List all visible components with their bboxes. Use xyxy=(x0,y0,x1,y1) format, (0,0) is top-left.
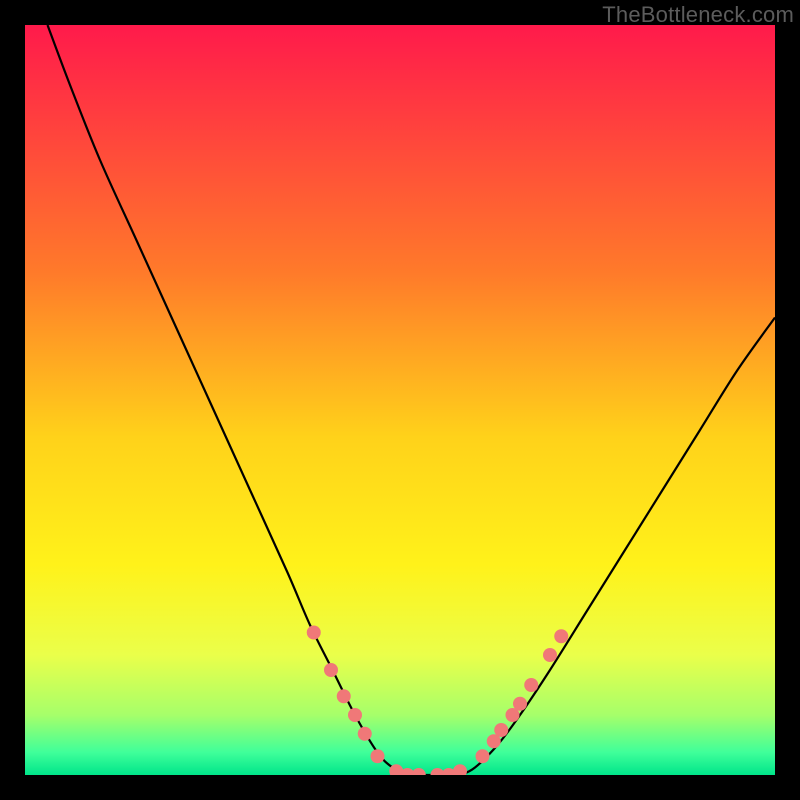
plot-area xyxy=(25,25,775,775)
data-marker xyxy=(543,648,557,662)
data-marker xyxy=(524,678,538,692)
data-marker xyxy=(476,749,490,763)
data-marker xyxy=(307,626,321,640)
data-marker xyxy=(348,708,362,722)
data-marker xyxy=(337,689,351,703)
data-marker xyxy=(371,749,385,763)
data-marker xyxy=(358,727,372,741)
data-marker xyxy=(494,723,508,737)
chart-container: TheBottleneck.com xyxy=(0,0,800,800)
data-marker xyxy=(513,697,527,711)
chart-svg xyxy=(25,25,775,775)
data-marker xyxy=(324,663,338,677)
data-marker xyxy=(554,629,568,643)
plot-background xyxy=(25,25,775,775)
